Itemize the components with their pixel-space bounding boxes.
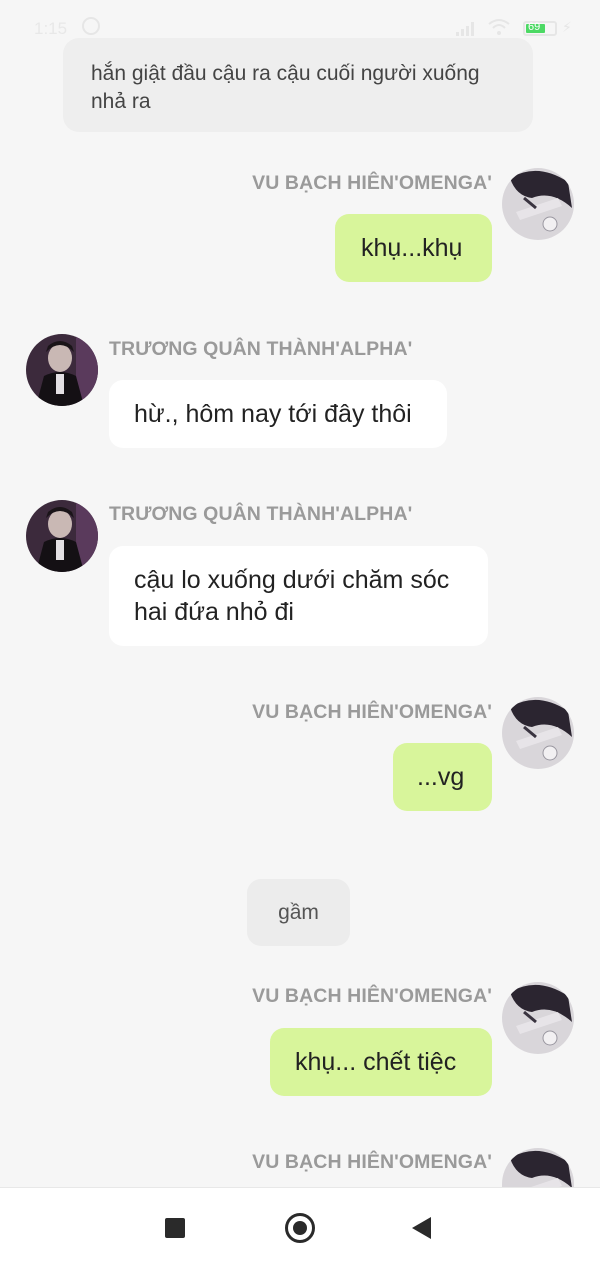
navigation-bar bbox=[0, 1187, 600, 1268]
avatar[interactable] bbox=[502, 1148, 574, 1187]
sender-name: TRƯƠNG QUÂN THÀNH'ALPHA' bbox=[109, 338, 413, 360]
status-time: 1:15 bbox=[34, 19, 68, 38]
narration-bubble: hắn giật đầu cậu ra cậu cuối người xuống… bbox=[63, 38, 533, 132]
avatar-image-omega bbox=[502, 1148, 574, 1187]
back-button[interactable] bbox=[412, 1217, 431, 1239]
home-icon bbox=[293, 1221, 307, 1235]
avatar-image-omega bbox=[502, 168, 574, 240]
avatar[interactable] bbox=[26, 500, 98, 572]
recent-apps-button[interactable] bbox=[165, 1218, 185, 1238]
sender-name: VU BẠCH HIÊN'OMENGA' bbox=[252, 701, 492, 723]
sender-name: TRƯƠNG QUÂN THÀNH'ALPHA' bbox=[109, 503, 413, 525]
avatar[interactable] bbox=[502, 168, 574, 240]
battery-icon: 69 bbox=[523, 21, 557, 36]
message-bubble: khụ...khụ bbox=[335, 214, 492, 282]
sender-name: VU BẠCH HIÊN'OMENGA' bbox=[252, 172, 492, 194]
message-bubble: cậu lo xuống dưới chăm sóc hai đứa nhỏ đ… bbox=[109, 546, 488, 646]
message-bubble: khụ... chết tiệc bbox=[270, 1028, 492, 1096]
avatar-image-omega bbox=[502, 982, 574, 1054]
message-bubble: ...vg bbox=[393, 743, 492, 811]
sender-name: VU BẠCH HIÊN'OMENGA' bbox=[252, 1151, 492, 1173]
avatar-image-omega bbox=[502, 697, 574, 769]
signal-icon bbox=[456, 22, 474, 36]
charging-icon: ⚡ bbox=[562, 19, 572, 35]
battery-level: 69 bbox=[528, 21, 541, 33]
avatar[interactable] bbox=[502, 697, 574, 769]
wifi-icon bbox=[488, 19, 510, 35]
narration-bubble: gầm bbox=[247, 879, 350, 946]
home-button[interactable] bbox=[285, 1213, 315, 1243]
message-bubble: hừ., hôm nay tới đây thôi bbox=[109, 380, 447, 448]
avatar-image-alpha bbox=[26, 500, 98, 572]
avatar-image-alpha bbox=[26, 334, 98, 406]
sender-name: VU BẠCH HIÊN'OMENGA' bbox=[252, 985, 492, 1007]
avatar[interactable] bbox=[502, 982, 574, 1054]
avatar[interactable] bbox=[26, 334, 98, 406]
alarm-icon bbox=[82, 17, 100, 35]
